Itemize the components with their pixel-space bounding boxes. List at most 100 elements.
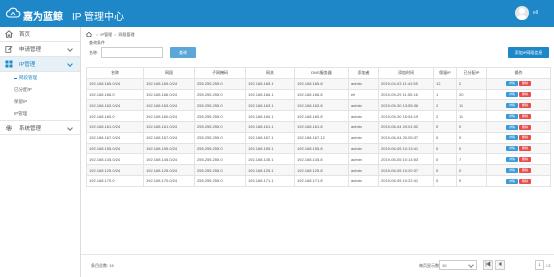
table-cell: admin	[348, 142, 379, 155]
row-edit-button[interactable]: 详情	[506, 92, 518, 98]
sidebar-item-system[interactable]: 系统管理	[0, 120, 80, 135]
row-actions-cell: 详情 删除	[486, 110, 551, 122]
row-delete-button[interactable]: 删除	[519, 103, 531, 108]
sidebar-item-label: 申请管理	[19, 47, 42, 53]
table-row: 192.168.160.0 192.168.160.0/24 255.255.255…	[86, 110, 551, 122]
row-delete-button[interactable]: 删除	[519, 146, 531, 152]
table-row: 192.168.125.0/24 192.168.125.0/24 255.255.…	[86, 164, 551, 176]
row-actions-cell: 详情 删除	[486, 120, 551, 133]
table-cell: 192.168.165.0/24	[86, 77, 144, 90]
table-cell: 2	[456, 77, 487, 90]
table-cell: 192.168.161.8	[294, 120, 349, 133]
table-cell: 11	[456, 110, 487, 122]
table-cell: 255.255.255.0	[194, 99, 246, 112]
column-header: 网段	[143, 67, 195, 79]
sidebar-item-requests[interactable]: 申请管理	[0, 42, 80, 57]
table-cell: 1	[433, 88, 457, 101]
table-cell: 0	[456, 142, 487, 155]
row-actions-cell: 详情 删除	[486, 131, 551, 144]
row-delete-button[interactable]: 删除	[519, 156, 531, 162]
row-actions-cell: 详情 删除	[486, 77, 551, 90]
row-actions-cell: 详情 删除	[486, 164, 551, 176]
table-cell: 0	[456, 174, 487, 187]
row-edit-button[interactable]: 详情	[506, 146, 518, 152]
table-cell: 7	[456, 153, 487, 166]
user-name[interactable]: ell	[533, 10, 538, 16]
cloud-logo-icon	[6, 7, 21, 18]
table-cell: 2019-05-30 15:54:19	[378, 110, 434, 122]
row-edit-button[interactable]: 详情	[506, 124, 518, 130]
table-cell: 192.168.167.0/24	[143, 131, 195, 144]
sidebar-subitem-subnets[interactable]: 网段管理	[0, 72, 80, 84]
sidebar-subitem-allocated-ip[interactable]: 已分配IP	[0, 84, 80, 96]
row-delete-button[interactable]: 删除	[519, 124, 531, 130]
table-cell: 192.168.170.0	[86, 174, 144, 187]
table-row: 192.168.161.0/24 192.168.161.0/24 255.255.…	[86, 120, 551, 133]
table-cell: 2019-06-04 20:05:37	[378, 131, 434, 144]
table-cell: 0	[456, 131, 487, 144]
table-row: 192.168.163.0/24 192.168.163.0/24 255.255.…	[86, 99, 551, 112]
column-header: 添加时间	[378, 67, 434, 79]
current-page-input[interactable]: 1	[535, 260, 544, 270]
query-button[interactable]: 查询	[170, 47, 196, 58]
table-cell: admin	[348, 164, 379, 176]
table-cell: 2019-06-05 10:22:41	[378, 174, 434, 187]
app-title: IP 管理中心	[72, 12, 125, 23]
row-edit-button[interactable]: 详情	[506, 103, 518, 108]
table-cell: 2	[433, 99, 457, 112]
table-cell: 2019-05-29 11:50:16	[378, 88, 434, 101]
user-avatar[interactable]	[515, 6, 529, 20]
row-delete-button[interactable]: 删除	[519, 92, 531, 98]
table-cell: 192.168.155.0/24	[143, 142, 195, 155]
row-delete-button[interactable]: 删除	[519, 113, 531, 119]
grid-icon	[5, 60, 13, 68]
total-count-label: 条目总数:	[91, 263, 109, 268]
table-cell: 255.255.255.0	[194, 142, 246, 155]
row-edit-button[interactable]: 详情	[506, 81, 518, 87]
first-page-button[interactable]	[483, 260, 493, 270]
sidebar-subitem-ip-management[interactable]: IP管理	[0, 108, 80, 120]
home-icon	[5, 30, 13, 38]
breadcrumb-item[interactable]: IP管理	[100, 32, 112, 38]
column-header: DNS服务器	[294, 67, 349, 79]
row-edit-button[interactable]: 详情	[506, 156, 518, 162]
page-size-label: 每页显示数:	[419, 263, 441, 268]
table-cell: 192.168.160.1	[245, 110, 295, 122]
top-bar: 嘉为蓝鲸 IP 管理中心 ell	[0, 0, 554, 27]
row-edit-button[interactable]: 详情	[506, 178, 518, 184]
sidebar: 首页 申请管理 IP管理 网段管理 已分配IP 保留IP IP管理 系统管理	[0, 27, 81, 277]
breadcrumb-item: 网段管理	[118, 31, 135, 37]
home-icon[interactable]	[86, 32, 92, 37]
row-edit-button[interactable]: 详情	[506, 135, 518, 141]
add-subnet-button[interactable]: 添加IP网段信息	[508, 47, 549, 58]
table-cell: 2019-05-30 13:55:36	[378, 99, 434, 112]
row-edit-button[interactable]: 详情	[506, 167, 518, 173]
breadcrumb-separator: >	[96, 32, 99, 37]
table-cell: 192.168.161.1	[245, 120, 295, 133]
row-delete-button[interactable]: 删除	[519, 178, 531, 184]
table-cell: 192.168.125.1	[245, 164, 295, 176]
row-delete-button[interactable]: 删除	[519, 167, 531, 173]
prev-page-button[interactable]	[495, 260, 505, 270]
table-cell: 11	[456, 99, 487, 112]
table-cell: 0	[433, 120, 457, 133]
search-name-input[interactable]	[101, 47, 163, 58]
table-cell: 0	[433, 131, 457, 144]
table-cell: 12	[433, 77, 457, 90]
sidebar-item-home[interactable]: 首页	[0, 27, 80, 42]
main-content: > IP管理 > 网段管理 查询条件 名称: 查询 添加IP网段信息 名称 网段子…	[81, 27, 554, 277]
table-cell: 192.168.163.0/24	[143, 99, 195, 112]
row-delete-button[interactable]: 删除	[519, 135, 531, 141]
table-cell: 192.168.166.1	[245, 88, 295, 101]
prev-page-icon	[498, 261, 502, 267]
page-size-select[interactable]: 10	[439, 260, 477, 270]
row-edit-button[interactable]: 详情	[506, 113, 518, 119]
table-cell: 2019-06-05 10:20:37	[378, 164, 434, 176]
sidebar-item-ip-management[interactable]: IP管理	[0, 57, 80, 72]
table-cell: 0	[433, 142, 457, 155]
row-delete-button[interactable]: 删除	[519, 81, 531, 87]
table-cell: 192.168.145.8	[294, 153, 349, 166]
table-cell: 192.168.155.0/24	[86, 142, 144, 155]
table-cell: admin	[348, 153, 379, 166]
sidebar-subitem-reserved-ip[interactable]: 保留IP	[0, 96, 80, 108]
